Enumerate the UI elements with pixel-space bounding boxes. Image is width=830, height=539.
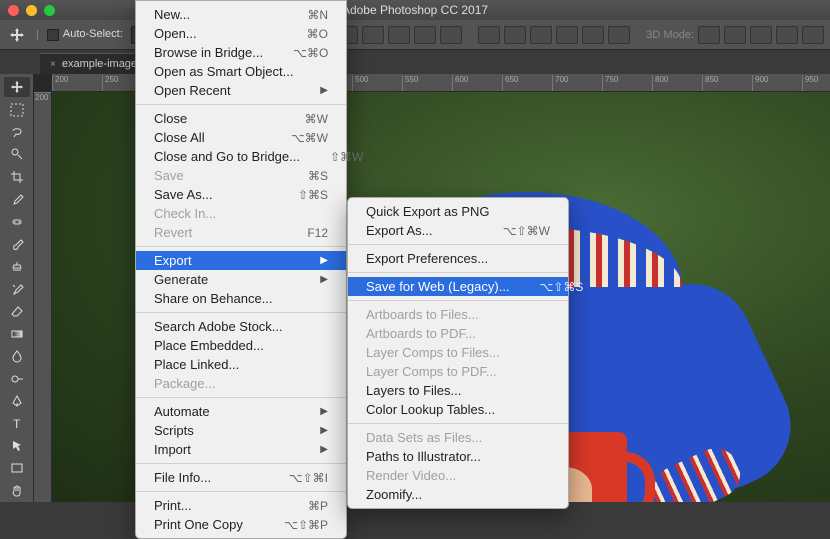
menu-behance[interactable]: Share on Behance... (136, 289, 346, 308)
eraser-tool[interactable] (4, 301, 30, 321)
move-tool-icon[interactable] (6, 25, 28, 45)
menu-export[interactable]: Export▶ (136, 251, 346, 270)
menu-place-linked[interactable]: Place Linked... (136, 355, 346, 374)
3d-button[interactable] (724, 26, 746, 44)
menu-save-for-web[interactable]: Save for Web (Legacy)...⌥⇧⌘S (348, 277, 568, 296)
document-tabbar: × example-image- (0, 50, 830, 74)
menu-quick-export[interactable]: Quick Export as PNG (348, 202, 568, 221)
history-brush-tool[interactable] (4, 279, 30, 299)
move-tool[interactable] (4, 77, 30, 97)
menu-file-info[interactable]: File Info...⌥⇧⌘I (136, 468, 346, 487)
menu-package: Package... (136, 374, 346, 393)
menu-scripts[interactable]: Scripts▶ (136, 421, 346, 440)
menu-import[interactable]: Import▶ (136, 440, 346, 459)
options-bar: | Auto-Select: L 3D Mode: (0, 20, 830, 50)
menu-open-recent[interactable]: Open Recent▶ (136, 81, 346, 100)
menu-zoomify[interactable]: Zoomify... (348, 485, 568, 504)
type-tool[interactable]: T (4, 413, 30, 433)
brush-tool[interactable] (4, 234, 30, 254)
3d-button[interactable] (698, 26, 720, 44)
alignment-cluster: 3D Mode: (310, 26, 824, 44)
blur-tool[interactable] (4, 346, 30, 366)
menu-open[interactable]: Open...⌘O (136, 24, 346, 43)
menu-export-as[interactable]: Export As...⌥⇧⌘W (348, 221, 568, 240)
align-button[interactable] (440, 26, 462, 44)
align-button[interactable] (414, 26, 436, 44)
distribute-button[interactable] (504, 26, 526, 44)
menu-close-all[interactable]: Close All⌥⌘W (136, 128, 346, 147)
menu-color-lookup[interactable]: Color Lookup Tables... (348, 400, 568, 419)
app-title: Adobe Photoshop CC 2017 (0, 3, 830, 17)
menu-browse-bridge[interactable]: Browse in Bridge...⌥⌘O (136, 43, 346, 62)
lasso-tool[interactable] (4, 122, 30, 142)
menu-artboards-pdf: Artboards to PDF... (348, 324, 568, 343)
menu-render-video: Render Video... (348, 466, 568, 485)
close-tab-icon[interactable]: × (50, 59, 56, 70)
vertical-ruler[interactable]: 200 (34, 92, 52, 502)
tools-panel: T (0, 74, 34, 502)
gradient-tool[interactable] (4, 324, 30, 344)
healing-tool[interactable] (4, 212, 30, 232)
svg-text:T: T (13, 417, 21, 431)
menu-close-bridge[interactable]: Close and Go to Bridge...⇧⌘W (136, 147, 346, 166)
quick-select-tool[interactable] (4, 144, 30, 164)
3d-button[interactable] (802, 26, 824, 44)
menu-automate[interactable]: Automate▶ (136, 402, 346, 421)
menu-print-one[interactable]: Print One Copy⌥⇧⌘P (136, 515, 346, 534)
distribute-button[interactable] (530, 26, 552, 44)
menu-save: Save⌘S (136, 166, 346, 185)
menu-open-smart[interactable]: Open as Smart Object... (136, 62, 346, 81)
distribute-button[interactable] (478, 26, 500, 44)
menu-place-embedded[interactable]: Place Embedded... (136, 336, 346, 355)
hand-tool[interactable] (4, 481, 30, 501)
menu-close[interactable]: Close⌘W (136, 109, 346, 128)
file-menu: New...⌘N Open...⌘O Browse in Bridge...⌥⌘… (135, 0, 347, 539)
menu-export-prefs[interactable]: Export Preferences... (348, 249, 568, 268)
menu-artboards-files: Artboards to Files... (348, 305, 568, 324)
align-button[interactable] (388, 26, 410, 44)
distribute-button[interactable] (608, 26, 630, 44)
eyedropper-tool[interactable] (4, 189, 30, 209)
clone-stamp-tool[interactable] (4, 256, 30, 276)
marquee-tool[interactable] (4, 99, 30, 119)
menu-layers-files[interactable]: Layers to Files... (348, 381, 568, 400)
menu-save-as[interactable]: Save As...⇧⌘S (136, 185, 346, 204)
menu-revert: RevertF12 (136, 223, 346, 242)
3d-button[interactable] (750, 26, 772, 44)
menu-generate[interactable]: Generate▶ (136, 270, 346, 289)
menu-layercomps-files: Layer Comps to Files... (348, 343, 568, 362)
3d-mode-label: 3D Mode: (646, 29, 694, 41)
align-button[interactable] (362, 26, 384, 44)
pen-tool[interactable] (4, 391, 30, 411)
menu-new[interactable]: New...⌘N (136, 5, 346, 24)
menu-print[interactable]: Print...⌘P (136, 496, 346, 515)
menu-search-stock[interactable]: Search Adobe Stock... (136, 317, 346, 336)
export-submenu: Quick Export as PNG Export As...⌥⇧⌘W Exp… (347, 197, 569, 509)
3d-button[interactable] (776, 26, 798, 44)
path-select-tool[interactable] (4, 436, 30, 456)
auto-select-checkbox[interactable]: Auto-Select: (47, 28, 123, 40)
dodge-tool[interactable] (4, 368, 30, 388)
distribute-button[interactable] (582, 26, 604, 44)
crop-tool[interactable] (4, 167, 30, 187)
menu-layercomps-pdf: Layer Comps to PDF... (348, 362, 568, 381)
menu-paths-illustrator[interactable]: Paths to Illustrator... (348, 447, 568, 466)
menu-datasets: Data Sets as Files... (348, 428, 568, 447)
menu-checkin: Check In... (136, 204, 346, 223)
shape-tool[interactable] (4, 458, 30, 478)
tab-title: example-image- (62, 58, 141, 70)
distribute-button[interactable] (556, 26, 578, 44)
window-titlebar: Adobe Photoshop CC 2017 (0, 0, 830, 20)
